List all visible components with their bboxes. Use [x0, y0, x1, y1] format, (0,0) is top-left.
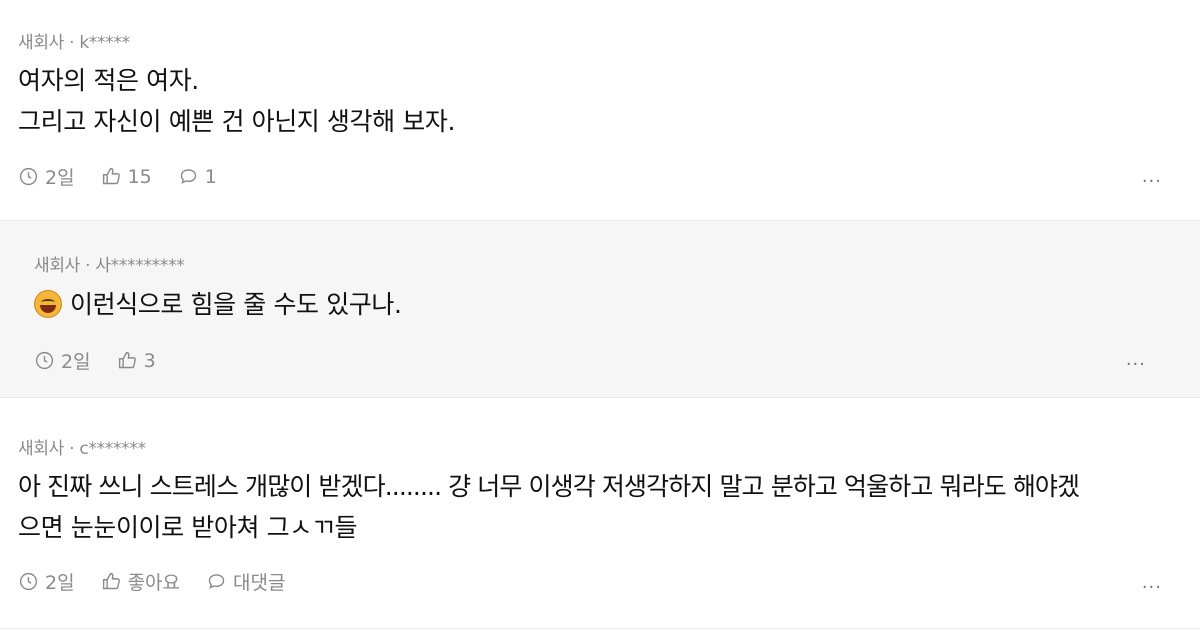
comment-time-text: 2일	[45, 572, 75, 594]
comment-line: 여자의 적은 여자.	[18, 66, 199, 95]
clock-icon	[19, 572, 38, 591]
comment-time: 2일	[18, 163, 75, 190]
comment-time-text: 2일	[61, 351, 91, 373]
comment-actions: 2일 3	[34, 347, 182, 374]
more-dots-icon[interactable]: ...	[1126, 349, 1146, 370]
like-count: 3	[143, 349, 156, 372]
reply-count: 1	[204, 165, 217, 188]
comment-actions: 2일 좋아요 대댓글	[18, 568, 311, 595]
like-button[interactable]: 15	[101, 166, 152, 188]
comment-text: 여자의 적은 여자. 그리고 자신이 예쁜 건 아닌지 생각해 보자.	[18, 60, 455, 142]
comment-line: 그리고 자신이 예쁜 건 아닌지 생각해 보자.	[18, 107, 456, 136]
like-button[interactable]: 3	[117, 350, 156, 372]
speech-bubble-icon	[208, 574, 225, 589]
comment-time: 2일	[34, 347, 91, 374]
speech-bubble-icon	[180, 169, 196, 184]
more-dots-icon[interactable]: ...	[1142, 572, 1162, 593]
comment-text: 아 진짜 쓰니 스트레스 개많이 받겠다........ 걍 너무 이생각 저생…	[18, 466, 1188, 548]
reply-button[interactable]: 대댓글	[206, 568, 285, 595]
comment-time-text: 2일	[45, 167, 75, 189]
like-count: 15	[127, 165, 152, 188]
comment-line: 으면 눈눈이이로 받아쳐 그ㅅㄲ들	[18, 513, 358, 542]
like-label: 좋아요	[127, 572, 181, 594]
clock-icon	[35, 351, 54, 370]
comment-line: 아 진짜 쓰니 스트레스 개많이 받겠다........ 걍 너무 이생각 저생…	[18, 472, 1080, 501]
divider	[0, 628, 1200, 629]
clock-icon	[19, 167, 38, 186]
reply-label: 대댓글	[233, 572, 286, 594]
comment-text: 이런식으로 힘을 줄 수도 있구나.	[34, 284, 402, 325]
thumbs-up-icon	[102, 572, 120, 590]
thumbs-up-icon	[102, 167, 120, 185]
comment-item: 새회사 · c******* 아 진짜 쓰니 스트레스 개많이 받겠다.....…	[0, 398, 1200, 630]
more-dots-icon[interactable]: ...	[1142, 166, 1162, 187]
grinning-squinting-face-icon	[34, 290, 62, 318]
reply-button[interactable]: 1	[178, 166, 217, 188]
comment-author-meta: 새회사 · k*****	[18, 33, 130, 53]
comment-author-meta: 새회사 · 사*********	[34, 256, 185, 276]
reply-comment-item: 새회사 · 사********* 이런식으로 힘을 줄 수도 있구나. 2일 3…	[0, 220, 1200, 398]
like-button[interactable]: 좋아요	[101, 568, 180, 595]
comment-author-meta: 새회사 · c*******	[18, 439, 146, 459]
thumbs-up-icon	[118, 351, 136, 369]
comment-item: 새회사 · k***** 여자의 적은 여자. 그리고 자신이 예쁜 건 아닌지…	[0, 0, 1200, 220]
comment-line: 이런식으로 힘을 줄 수도 있구나.	[70, 290, 402, 319]
comment-actions: 2일 15 1	[18, 163, 243, 190]
comment-time: 2일	[18, 568, 75, 595]
